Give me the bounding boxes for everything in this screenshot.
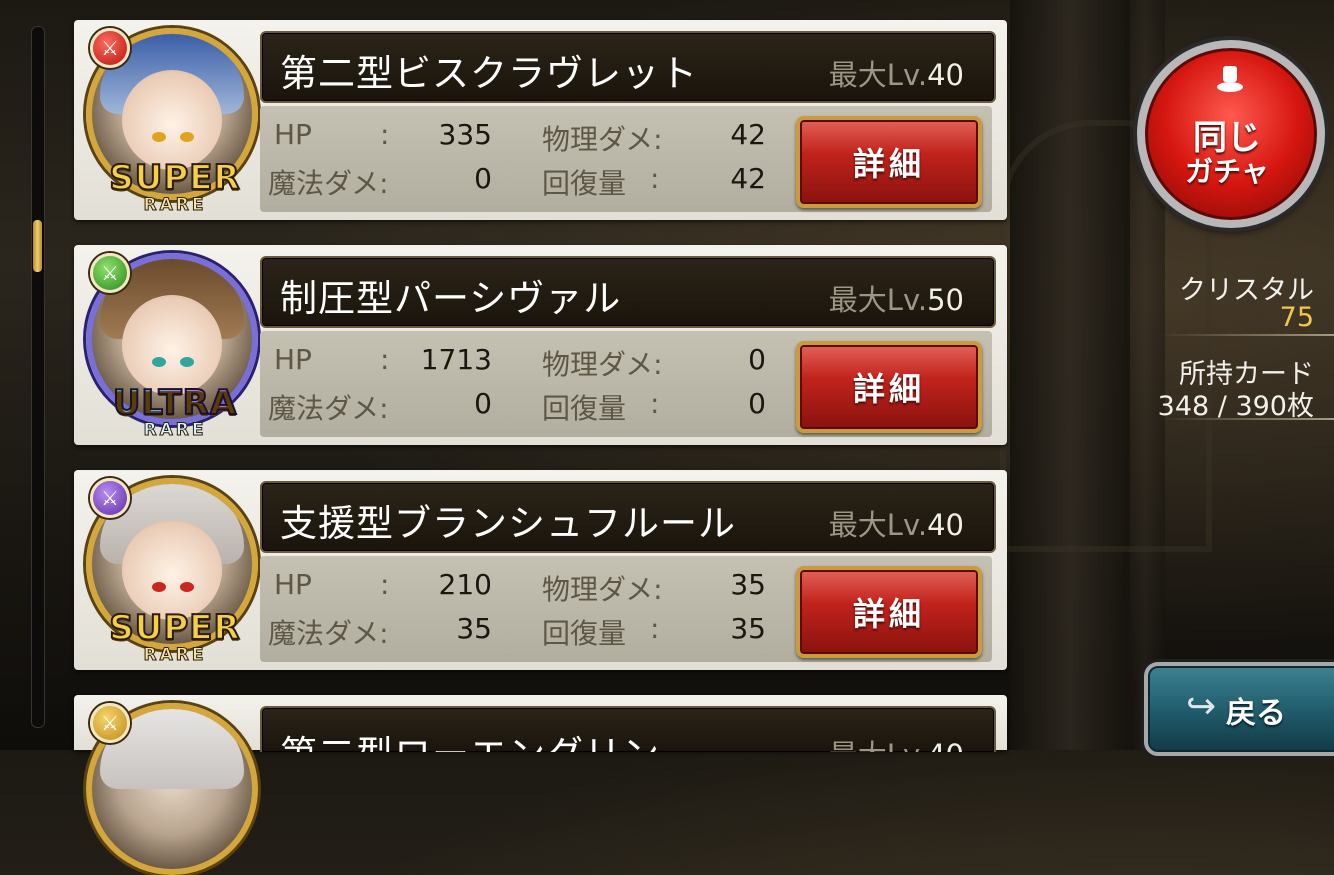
phys-value: 35 xyxy=(730,568,766,601)
stats-panel: HP : 1713 物理ダメ: 0 魔法ダメ: 0 回復量 : 0 詳細 xyxy=(260,331,992,437)
stat-colon: : xyxy=(380,118,390,151)
return-arrow-icon: ↪ xyxy=(1186,686,1217,727)
capsule-icon xyxy=(1217,66,1243,96)
back-button[interactable]: ↪ 戻る xyxy=(1144,662,1334,756)
scrollbar-track[interactable] xyxy=(31,26,45,728)
max-level: 最大Lv.40 xyxy=(828,508,964,542)
card-name: 第二型ローエングリン xyxy=(280,724,660,752)
heal-value: 35 xyxy=(730,612,766,645)
stat-colon: : xyxy=(650,387,660,420)
max-level: 最大Lv.40 xyxy=(829,732,964,752)
max-level: 最大Lv.40 xyxy=(828,58,964,92)
card-item[interactable]: ⚔ SUPER RARE 支援型ブランシュフルール 最大Lv.40 HP : 2… xyxy=(74,470,1007,670)
magic-value: 0 xyxy=(474,387,492,420)
divider xyxy=(1160,418,1334,420)
crystal-value: 75 xyxy=(1279,302,1314,333)
card-item[interactable]: ⚔ SUPER RARE 第二型ビスクラヴレット 最大Lv.40 HP : 33… xyxy=(74,20,1007,220)
magic-value: 0 xyxy=(474,162,492,195)
rarity-badge: ULTRA RARE xyxy=(80,384,270,440)
hp-label: HP xyxy=(274,118,312,151)
card-title-bar: 第二型ローエングリン 最大Lv.40 xyxy=(260,706,996,752)
sword-crossed-icon: ⚔ xyxy=(90,28,130,68)
heal-label: 回復量 xyxy=(542,392,627,425)
heal-label: 回復量 xyxy=(542,617,627,650)
magic-label: 魔法ダメ: xyxy=(268,392,389,425)
phys-value: 42 xyxy=(730,118,766,151)
back-label: 戻る xyxy=(1226,696,1286,731)
stats-panel: HP : 210 物理ダメ: 35 魔法ダメ: 35 回復量 : 35 詳細 xyxy=(260,556,992,662)
phys-label: 物理ダメ: xyxy=(542,123,663,156)
card-item[interactable]: ⚔ ULTRA RARE 制圧型パーシヴァル 最大Lv.50 HP : 1713… xyxy=(74,245,1007,445)
magic-label: 魔法ダメ: xyxy=(268,167,389,200)
sword-crossed-icon: ⚔ xyxy=(90,703,130,743)
card-name: 支援型ブランシュフルール xyxy=(280,502,736,545)
stat-colon: : xyxy=(380,343,390,376)
sword-crossed-icon: ⚔ xyxy=(90,478,130,518)
phys-label: 物理ダメ: xyxy=(542,348,663,381)
card-title-bar: 制圧型パーシヴァル 最大Lv.50 xyxy=(260,256,996,328)
detail-button[interactable]: 詳細 xyxy=(796,566,982,658)
scrollbar-thumb[interactable] xyxy=(33,220,42,272)
hp-label: HP xyxy=(274,568,312,601)
hp-value: 335 xyxy=(438,118,492,151)
card-title-bar: 支援型ブランシュフルール 最大Lv.40 xyxy=(260,481,996,553)
hp-label: HP xyxy=(274,343,312,376)
sword-crossed-icon: ⚔ xyxy=(90,253,130,293)
card-name: 第二型ビスクラヴレット xyxy=(280,52,698,95)
card-item[interactable]: ⚔ 第二型ローエングリン 最大Lv.40 xyxy=(74,695,1007,875)
detail-button[interactable]: 詳細 xyxy=(796,341,982,433)
stats-panel: HP : 335 物理ダメ: 42 魔法ダメ: 0 回復量 : 42 詳細 xyxy=(260,106,992,212)
card-title-bar: 第二型ビスクラヴレット 最大Lv.40 xyxy=(260,31,996,103)
card-name: 制圧型パーシヴァル xyxy=(280,277,622,320)
hp-value: 210 xyxy=(438,568,492,601)
gacha-label-line2: ガチャ xyxy=(1185,155,1269,188)
portrait-face xyxy=(122,70,222,170)
divider xyxy=(1160,334,1334,336)
stat-colon: : xyxy=(650,612,660,645)
heal-value: 42 xyxy=(730,162,766,195)
rarity-badge: SUPER RARE xyxy=(108,158,241,215)
stat-colon: : xyxy=(380,568,390,601)
phys-label: 物理ダメ: xyxy=(542,573,663,606)
rarity-badge: SUPER RARE xyxy=(108,608,241,665)
detail-button[interactable]: 詳細 xyxy=(796,116,982,208)
heal-label: 回復量 xyxy=(542,167,627,200)
heal-value: 0 xyxy=(748,387,766,420)
magic-label: 魔法ダメ: xyxy=(268,617,389,650)
stat-colon: : xyxy=(650,162,660,195)
same-gacha-button[interactable]: 同じ ガチャ xyxy=(1137,40,1325,228)
portrait-face xyxy=(122,520,222,620)
phys-value: 0 xyxy=(748,343,766,376)
hp-value: 1713 xyxy=(420,343,492,376)
max-level: 最大Lv.50 xyxy=(828,283,964,317)
portrait-face xyxy=(122,295,222,395)
magic-value: 35 xyxy=(456,612,492,645)
